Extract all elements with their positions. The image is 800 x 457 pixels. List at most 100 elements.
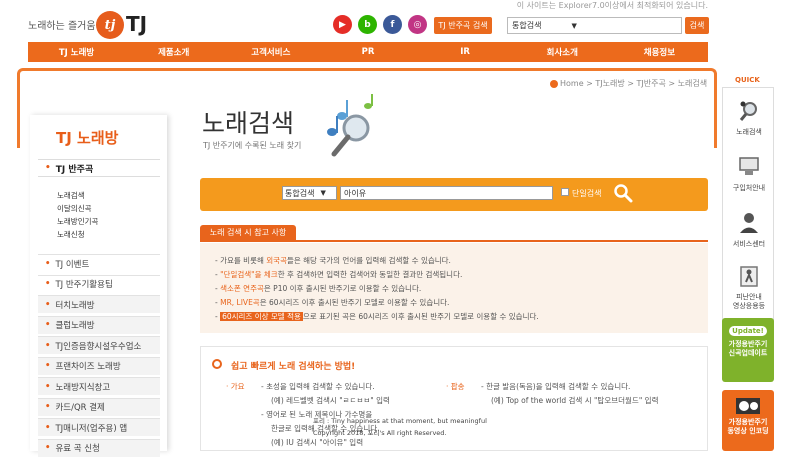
sidebar-sub-song-search[interactable]: 노래검색 [57,190,85,201]
tip-text: - 가요를 비롯해 [215,256,267,265]
nav-pr[interactable]: PR [319,42,416,62]
header-search-select[interactable]: 통합검색 ▼ [507,17,682,34]
home-karaoke-update-banner[interactable]: Update! 가정용반주기 신곡업데이트 [722,318,774,382]
home-karaoke-video-banner[interactable]: 가정용반주기 동영상 인코딩 [722,390,774,451]
sidebar-sub-popular-songs[interactable]: 노래방인기곡 [57,216,98,227]
sidebar-item[interactable]: • 노래방지식창고 [38,377,160,395]
breadcrumb-current: 노래검색 [677,79,708,88]
sidebar-item-label: 카드/QR 결제 [55,403,105,413]
nav-careers[interactable]: 채용정보 [611,42,708,62]
nav-customer-service[interactable]: 고객서비스 [222,42,319,62]
tj-logo-icon[interactable]: tj [96,11,124,39]
tips-tab: 노래 검색 시 참고 사항 [200,225,296,240]
evacuation-icon [740,266,758,287]
sidebar-item-label: 노래방지식창고 [55,382,111,393]
quick-store-guide[interactable]: 구입처안내 [723,154,775,193]
chevron-down-icon: ▼ [320,189,326,197]
sidebar-sub-song-request[interactable]: 노래신청 [57,229,85,240]
sidebar-item-label: 터치노래방 [55,300,95,311]
toast-copyright: Copyright 2018, 포리's All right Reserved. [313,429,447,437]
nav-company[interactable]: 회사소개 [514,42,611,62]
bullet-icon: • [45,361,51,371]
youtube-icon[interactable]: ▶ [333,15,352,34]
breadcrumb-home[interactable]: Home [560,79,584,88]
tip-text: 들은 해당 국가의 언어를 입력해 검색할 수 있습니다. [286,256,451,265]
sidebar: TJ 노래방 • TJ 반주곡 노래검색 이달의신곡 노래방인기곡 노래신청 • T… [30,115,167,457]
tip-line: - MR, LIVE곡은 60시리즈 이후 출시된 반주기 모델로 이용할 수 … [215,297,449,308]
header-search-button[interactable]: 검색 [685,17,709,34]
sidebar-item-label: TJ 반주곡 [55,164,94,175]
chevron-down-icon: ▼ [571,21,577,30]
instagram-icon[interactable]: ◎ [408,15,427,34]
howto-box: 쉽고 빠르게 노래 검색하는 방법! · 가요 - 초성을 입력해 검색할 수 … [200,346,708,451]
sidebar-sub-new-songs[interactable]: 이달의신곡 [57,203,92,214]
sidebar-item-label: 프랜차이즈 노래방 [55,362,121,372]
facebook-icon[interactable]: f [383,15,402,34]
sidebar-item[interactable]: • 클럽노래방 [38,315,160,334]
bullet-icon: • [45,340,51,351]
page-subtitle: TJ 반주기에 수록된 노래 찾기 [203,141,302,150]
bullet-icon: • [45,402,51,412]
model-tag: 60시리즈 이상 모델 적용 [220,312,303,321]
tip-highlight: MR, LIVE곡 [220,298,260,307]
exact-search-checkbox[interactable] [561,188,569,196]
howto-pop-label: · 팝송 [446,382,465,391]
logo-slogan: 노래하는 즐거움 [28,21,96,32]
song-search-input[interactable]: 아이유 [340,186,553,200]
breadcrumb-level2[interactable]: TJ반주곡 [637,79,666,88]
sidebar-item-label: TJ 반주기활용팁 [55,280,113,290]
search-type-select[interactable]: 통합검색 ▼ [282,186,337,200]
sidebar-item[interactable]: • TJ매니저(업주용) 앱 [38,418,160,436]
breadcrumb-separator: > [668,79,676,88]
search-icon[interactable] [613,183,633,203]
sidebar-item-label: TJ매니저(업주용) 앱 [55,423,128,434]
tj-logo-text[interactable]: TJ [126,12,147,36]
sidebar-item[interactable]: • 유료 곡 신청 [38,438,160,457]
monitor-icon [739,157,759,175]
breadcrumb-level1[interactable]: TJ노래방 [595,79,624,88]
browser-notice: 이 사이트는 Explorer7.0이상에서 최적화되어 있습니다. [516,1,708,10]
bullet-icon: • [45,258,51,269]
sidebar-item-tj-songs[interactable]: • TJ 반주곡 [38,159,160,177]
quick-label: 피난안내 영상응용등 [732,293,766,311]
song-search-bar: 통합검색 ▼ 아이유 단일검색 [200,178,708,211]
home-icon [550,79,558,88]
nav-ir[interactable]: IR [417,42,514,62]
quick-song-search[interactable]: 노래검색 [723,98,775,137]
tip-highlight: 외국곡 [266,256,287,265]
sidebar-item[interactable]: • TJ 반주기활용팁 [38,274,160,293]
quick-menu: QUICK 노래검색 구입처안내 서비스센터 피난안내 영상응용등 Update… [722,72,774,451]
bullet-icon: • [45,279,51,289]
exact-search-label[interactable]: 단일검색 [572,188,601,199]
sidebar-item[interactable]: • TJ 이벤트 [38,254,160,272]
howto-title: 쉽고 빠르게 노래 검색하는 방법! [231,362,356,372]
bullet-icon: • [45,422,51,433]
sidebar-item[interactable]: • 터치노래방 [38,295,160,313]
circle-icon [212,359,222,369]
nav-tj-karaoke[interactable]: TJ 노래방 [28,42,125,62]
tip-line: - 가요를 비롯해 외국곡들은 해당 국가의 언어를 입력해 검색할 수 있습니… [215,255,451,266]
quick-evacuation-video[interactable]: 피난안내 영상응용등 [723,264,775,311]
tip-text: 은 P10 이후 출시된 반주기로 이용할 수 있습니다. [263,284,422,293]
quick-label: 노래검색 [736,128,762,136]
sidebar-item[interactable]: • 프랜차이즈 노래방 [38,356,160,375]
tip-line: - "단일검색"을 체크한 후 검색하면 입력한 검색어와 동일한 결과만 검색… [215,269,462,280]
sidebar-item[interactable]: • 카드/QR 결제 [38,397,160,416]
main-nav: TJ 노래방 제품소개 고객서비스 PR IR 회사소개 채용정보 [28,42,708,62]
nav-products[interactable]: 제품소개 [125,42,222,62]
music-magnifier-icon [327,94,373,157]
tj-song-search-button[interactable]: TJ 반주곡 검색 [434,17,492,34]
sidebar-item[interactable]: • TJ인증음향시설우수업소 [38,336,160,354]
tips-panel: - 가요를 비롯해 외국곡들은 해당 국가의 언어를 입력해 검색할 수 있습니… [200,243,708,333]
sidebar-item-label: TJ인증음향시설우수업소 [55,341,142,352]
tips-divider [200,240,708,242]
search-type-label: 통합검색 [285,188,315,198]
tip-text: 으로 표기된 곡은 60시리즈 이후 출시된 반주기 모델로 이용할 수 있습니… [302,312,539,321]
blog-icon[interactable]: b [358,15,377,34]
quick-service-center[interactable]: 서비스센터 [723,210,775,249]
sidebar-title: TJ 노래방 [56,129,119,147]
film-icon [736,398,760,414]
sidebar-item-label: 클럽노래방 [55,321,95,331]
quick-label: 서비스센터 [732,240,766,248]
howto-pop-line: - 한글 발음(독음)을 입력해 검색할 수 있습니다. [481,382,631,391]
